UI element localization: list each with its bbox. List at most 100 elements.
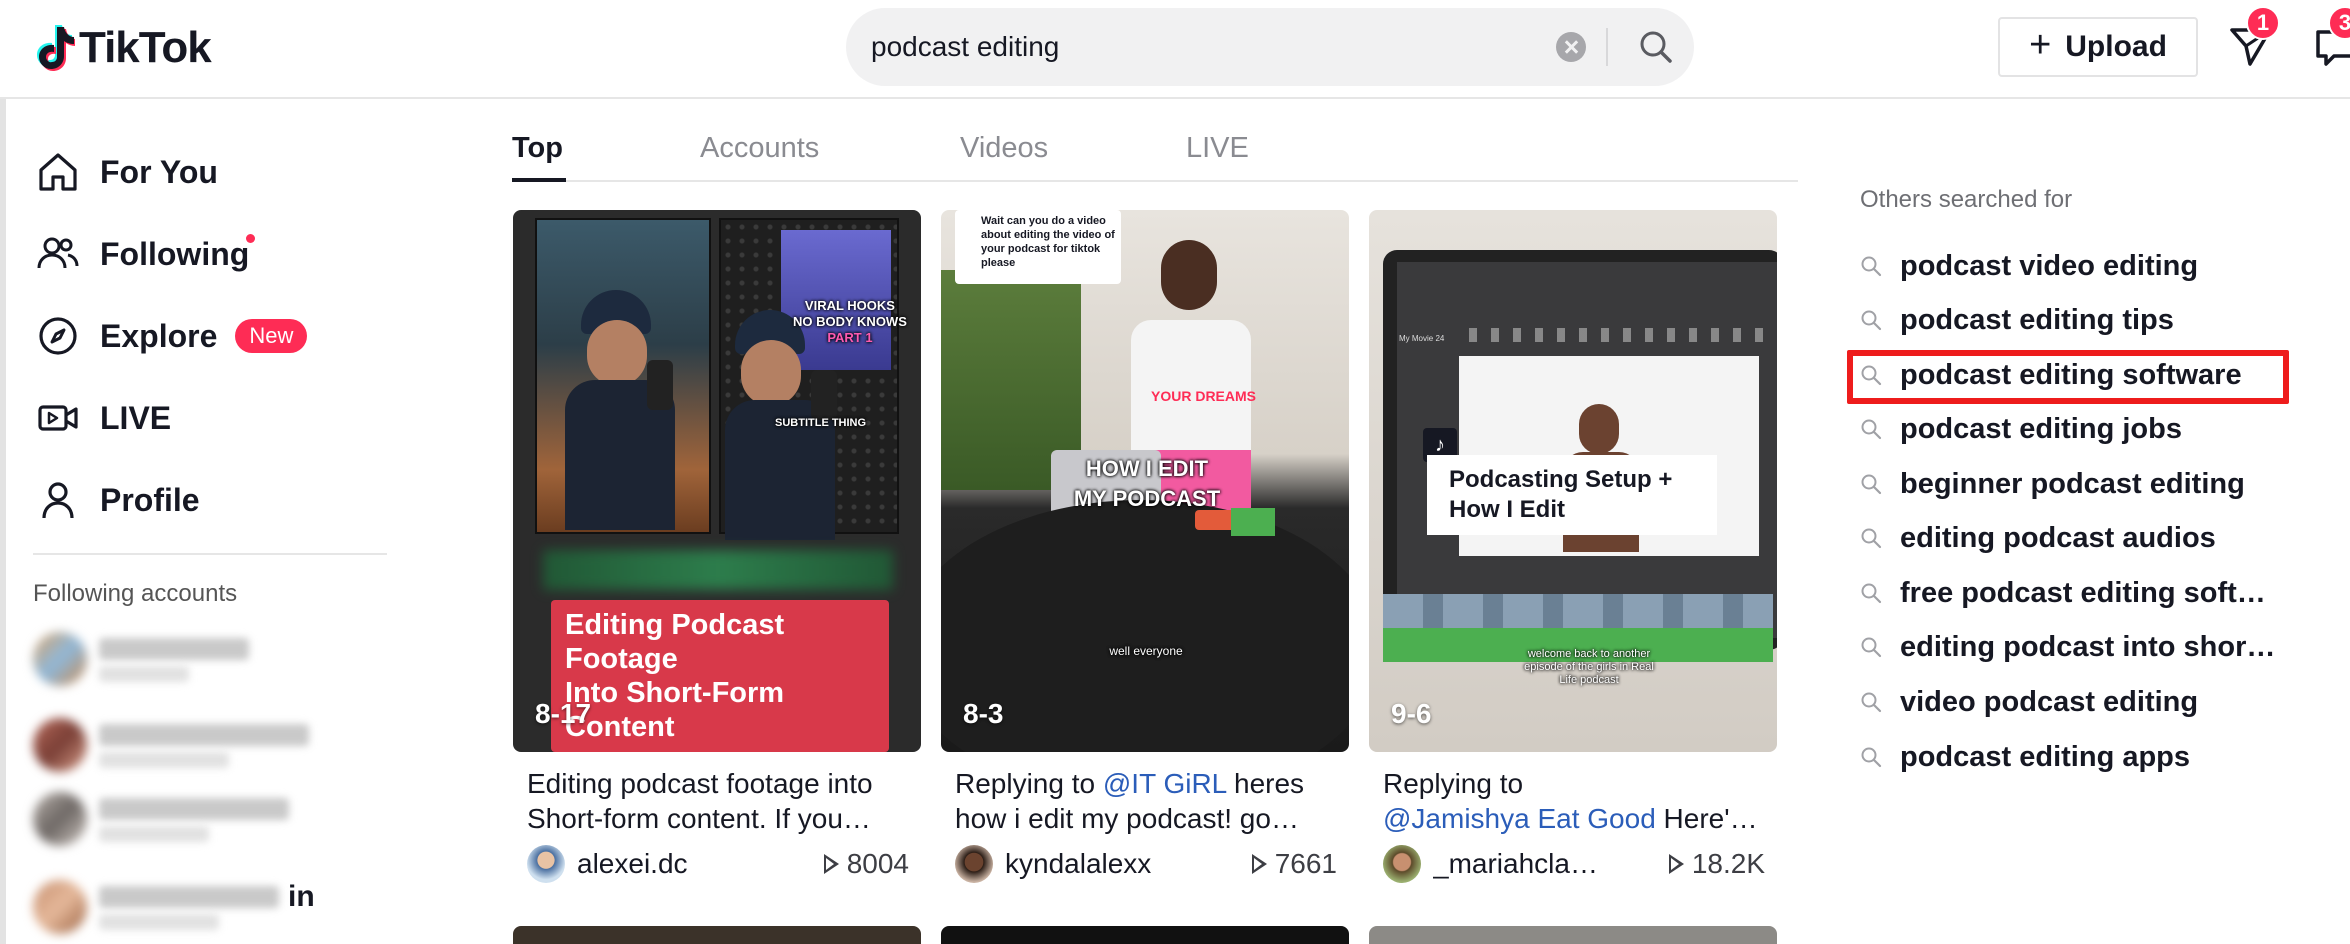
related-search-label: podcast editing tips [1900, 303, 2174, 336]
video-card-partial[interactable] [941, 926, 1349, 944]
profile-icon [42, 482, 74, 519]
nav-label: Following [100, 235, 250, 272]
video-date: 8-17 [535, 698, 592, 729]
nav-following[interactable]: Following [36, 224, 249, 284]
related-search-item[interactable]: beginner podcast editing [1860, 462, 2245, 506]
related-search-label: podcast editing apps [1900, 740, 2191, 773]
related-search-label: editing podcast audios [1900, 521, 2216, 554]
sidebar-divider [33, 553, 387, 555]
search-icon [1861, 256, 1882, 277]
video-card-partial[interactable] [513, 926, 921, 944]
video-thumbnail[interactable]: Wait can you do a video about editing th… [941, 210, 1349, 752]
avatar [33, 718, 87, 772]
tab-top[interactable]: Top [512, 132, 563, 165]
video-card-partial[interactable] [1369, 926, 1777, 944]
thumb-person-head [1161, 240, 1217, 310]
video-caption[interactable]: Replying to @Jamishya Eat Good Here'… [1369, 766, 1777, 836]
window-left-edge [0, 0, 6, 944]
related-search-item[interactable]: podcast editing apps [1860, 735, 2190, 779]
search-tabs: Top Accounts Videos LIVE [512, 120, 1798, 182]
video-date: 9-6 [1391, 698, 1432, 729]
related-search-item[interactable]: free podcast editing soft… [1860, 571, 2266, 615]
related-search-item[interactable]: podcast editing jobs [1860, 407, 2182, 451]
nav-live[interactable]: LIVE [36, 388, 171, 448]
video-card[interactable]: VIRAL HOOKS NO BODY KNOWS PART 1 SUBTITL… [513, 210, 921, 886]
video-thumbnail[interactable]: VIRAL HOOKS NO BODY KNOWS PART 1 SUBTITL… [513, 210, 921, 752]
search-divider [1606, 28, 1608, 66]
upload-label: Upload [2065, 30, 2167, 63]
thumbnail-panel-left [535, 218, 711, 534]
related-search-item[interactable]: editing podcast into shor… [1860, 625, 2275, 669]
avatar[interactable] [527, 845, 565, 883]
related-search-item[interactable]: podcast editing tips [1860, 298, 2174, 342]
video-thumbnail[interactable]: My Movie 24 ♪ Podcasting Setup + How I E… [1369, 210, 1777, 752]
related-search-item[interactable]: podcast video editing [1860, 244, 2198, 288]
video-views: 18.2K [1668, 848, 1765, 880]
video-caption[interactable]: Editing podcast footage into Short-form … [513, 766, 921, 836]
account-name-blurred [99, 638, 249, 660]
video-username[interactable]: _mariahcla… [1433, 848, 1633, 880]
brand-name: TikTok [79, 23, 212, 72]
video-meta: kyndalalexx 7661 [941, 842, 1349, 886]
play-icon [1251, 854, 1267, 874]
following-account[interactable] [33, 718, 333, 778]
search-icon [1861, 528, 1882, 549]
avatar[interactable] [1383, 845, 1421, 883]
related-search-label: editing podcast into shor… [1900, 630, 2276, 663]
video-meta: _mariahcla… 18.2K [1369, 842, 1777, 886]
account-handle-blurred [99, 666, 189, 682]
thumb-overlay-text: HOW I EDIT MY PODCAST [1073, 456, 1221, 511]
video-username[interactable]: kyndalalexx [1005, 848, 1205, 880]
video-views: 8004 [823, 848, 909, 880]
avatar [33, 880, 87, 934]
following-account[interactable] [33, 792, 333, 852]
thumbnail-panel-right [719, 218, 899, 540]
others-searched-title: Others searched for [1860, 186, 2073, 213]
live-icon [38, 405, 78, 431]
following-account[interactable]: in [33, 880, 333, 940]
tab-live[interactable]: LIVE [1186, 132, 1249, 165]
thumb-object-green [1231, 508, 1275, 536]
thumb-question-bubble: Wait can you do a video about editing th… [955, 210, 1121, 284]
thumb-blur-strip [543, 550, 893, 590]
search-icon [1861, 310, 1882, 331]
search-icon [1861, 583, 1882, 604]
thumb-timeline-clips [1383, 594, 1773, 628]
related-search-item[interactable]: editing podcast audios [1860, 516, 2216, 560]
tiktok-logo[interactable]: TikTok [33, 20, 212, 76]
video-caption[interactable]: Replying to @IT GiRL heres how i edit my… [941, 766, 1349, 836]
related-search-item[interactable]: video podcast editing [1860, 680, 2198, 724]
tab-videos[interactable]: Videos [960, 132, 1048, 165]
search-icon [1861, 747, 1882, 768]
nav-explore[interactable]: Explore New [36, 306, 308, 366]
nav-label: Profile [100, 481, 200, 518]
search-bar [846, 8, 1694, 86]
following-account[interactable] [33, 632, 333, 692]
following-icon [37, 237, 79, 269]
video-username[interactable]: alexei.dc [577, 848, 777, 880]
search-input[interactable] [871, 8, 1531, 86]
search-icon [1861, 419, 1882, 440]
video-card[interactable]: Wait can you do a video about editing th… [941, 210, 1349, 886]
account-name-blurred [99, 886, 279, 908]
clear-search-icon[interactable] [1556, 32, 1586, 62]
tab-accounts[interactable]: Accounts [700, 132, 819, 165]
thumb-small-text: VIRAL HOOKS NO BODY KNOWS PART 1 [793, 298, 907, 345]
upload-button[interactable]: + Upload [1998, 17, 2198, 77]
nav-profile[interactable]: Profile [36, 470, 200, 530]
video-card[interactable]: My Movie 24 ♪ Podcasting Setup + How I E… [1369, 210, 1777, 886]
caption-mention[interactable]: @IT GiRL [1103, 768, 1226, 799]
nav-for-you[interactable]: For You [36, 142, 218, 202]
thumb-person-body [1131, 320, 1251, 450]
caption-mention[interactable]: @Jamishya Eat Good [1383, 803, 1656, 834]
account-name-blurred [99, 798, 289, 820]
account-handle-blurred [99, 752, 229, 768]
following-accounts-title: Following accounts [33, 580, 238, 607]
avatar[interactable] [955, 845, 993, 883]
nav-label: Explore [100, 317, 218, 354]
related-search-label: podcast video editing [1900, 249, 2199, 282]
search-button[interactable] [1618, 8, 1694, 86]
thumb-title-card: Podcasting Setup + How I Edit [1427, 455, 1717, 535]
account-name-blurred [99, 724, 309, 746]
plus-icon: + [2029, 24, 2052, 66]
